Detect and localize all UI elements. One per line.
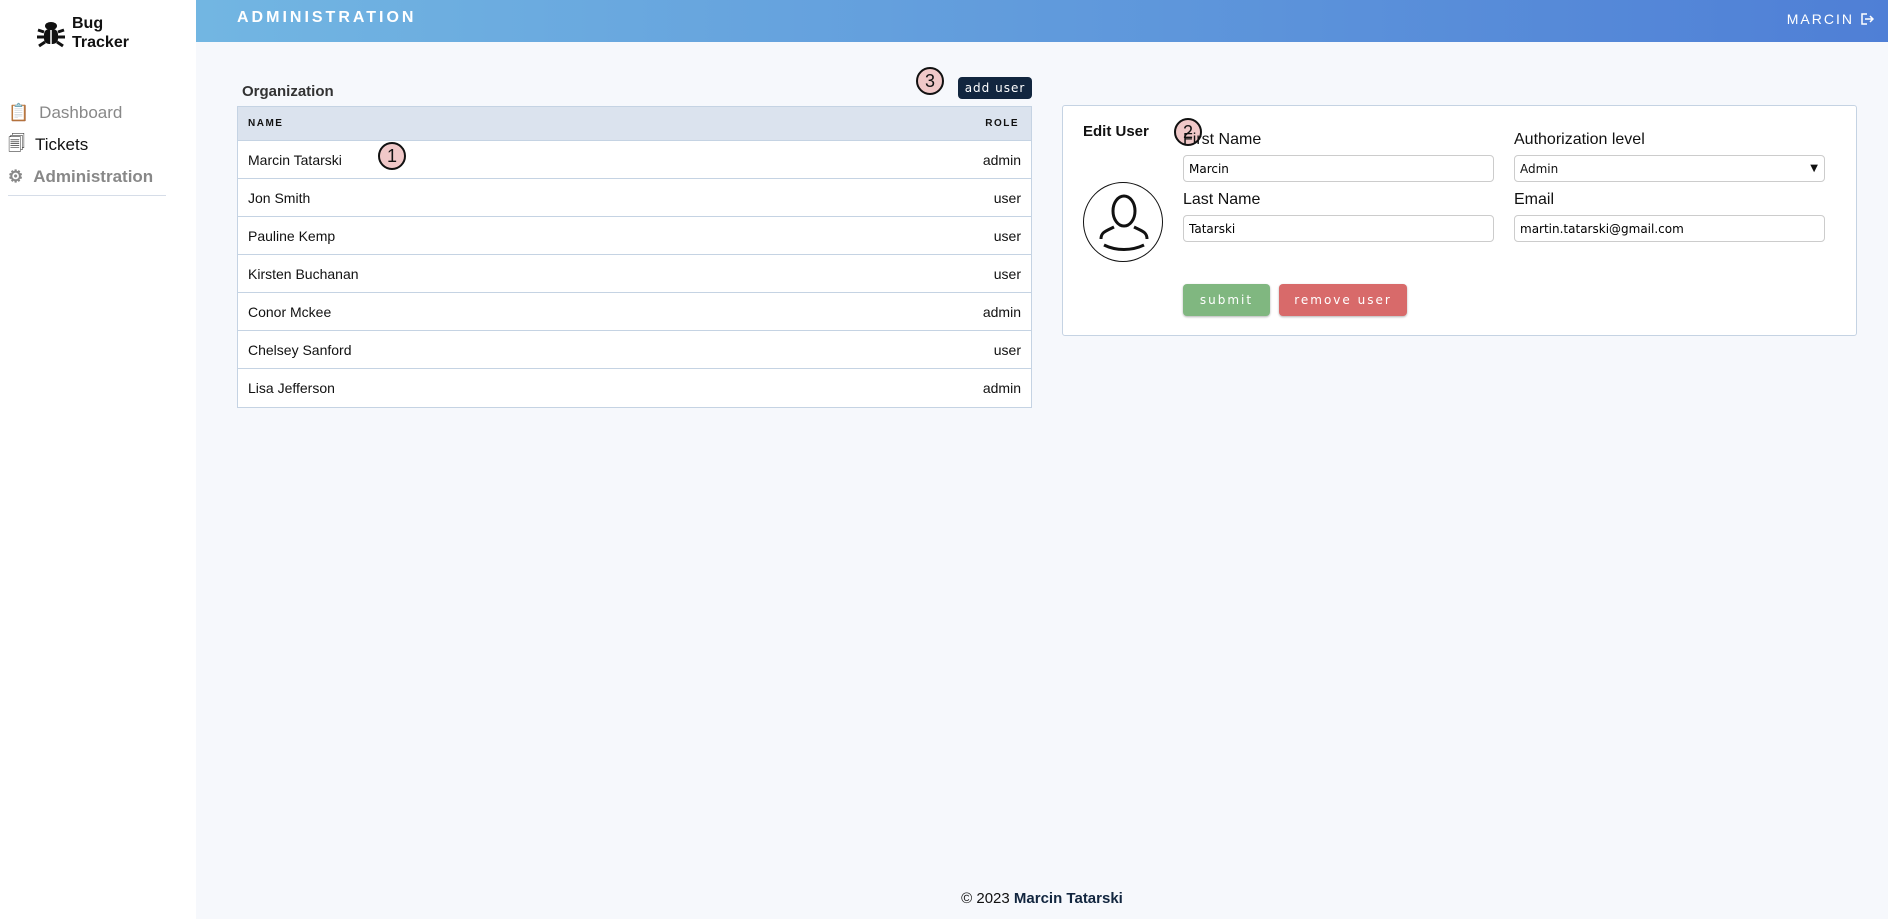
table-row[interactable]: Marcin Tatarski admin [238,141,1031,179]
add-user-button[interactable]: add user [958,77,1032,99]
sidebar-item-tickets[interactable]: 🗐 Tickets [8,129,166,161]
submit-button[interactable]: submit [1183,284,1270,316]
annotation-badge-3: 3 [916,67,944,95]
gear-icon: ⚙ [8,167,24,186]
table-row[interactable]: Lisa Jefferson admin [238,369,1031,407]
user-role-cell: user [993,265,1021,282]
user-role-cell: admin [982,151,1021,168]
user-role-cell: user [993,341,1021,358]
page-title: ADMINISTRATION [237,9,417,26]
avatar [1083,182,1163,262]
app-name-line2: Tracker [72,34,129,51]
bug-icon [37,22,65,48]
table-row[interactable]: Chelsey Sanford user [238,331,1031,369]
table-header: NAME ROLE [238,107,1031,141]
email-field[interactable] [1514,215,1825,242]
user-role-cell: admin [982,380,1021,396]
app-name-line1: Bug [72,15,104,32]
user-name: MARCIN [1786,11,1854,27]
first-name-field[interactable] [1183,155,1494,182]
sidebar-item-label: Tickets [34,135,89,154]
authorization-level-select[interactable]: Admin ▼ [1514,155,1825,182]
user-name-cell: Marcin Tatarski [248,151,342,168]
user-name-cell: Kirsten Buchanan [248,265,359,282]
logo[interactable]: Bug Tracker [36,14,129,52]
table-row[interactable]: Jon Smith user [238,179,1031,217]
sidebar-item-label: Administration [33,167,154,186]
first-name-label: First Name [1183,131,1262,148]
sidebar: Bug Tracker 📋 Dashboard 🗐 Tickets ⚙ Administ… [0,0,196,919]
column-header-name: NAME [248,118,284,129]
table-row[interactable]: Pauline Kemp user [238,217,1031,255]
user-icon [1099,194,1149,251]
copyright: © 2023 [961,890,1014,907]
user-name-cell: Jon Smith [248,189,311,206]
user-name-cell: Chelsey Sanford [248,341,352,358]
last-name-label: Last Name [1183,191,1261,208]
table-row[interactable]: Kirsten Buchanan user [238,255,1031,293]
panel-title: Edit User [1083,123,1149,140]
annotation-badge-1: 1 [378,142,406,170]
footer: © 2023 Marcin Tatarski [0,890,1888,907]
sidebar-item-administration[interactable]: ⚙ Administration [8,161,166,193]
sidebar-nav: 📋 Dashboard 🗐 Tickets ⚙ Administration [8,97,166,196]
last-name-field[interactable] [1183,215,1494,242]
tickets-icon: 🗐 [8,133,25,153]
user-role-cell: admin [982,303,1021,320]
user-name-cell: Pauline Kemp [248,227,336,244]
logout-button[interactable]: MARCIN [1787,11,1874,27]
table-row[interactable]: Conor Mckee admin [238,293,1031,331]
divider [8,195,166,196]
users-table: NAME ROLE Marcin Tatarski admin Jon Smith us… [237,106,1032,408]
user-role-cell: user [993,189,1021,206]
column-header-role: ROLE [985,118,1019,129]
edit-user-panel: Edit User 2 First Name Last Name Authori… [1062,105,1857,336]
remove-user-button[interactable]: remove user [1279,284,1407,316]
organization-title: Organization [242,83,334,100]
email-label: Email [1514,191,1555,208]
header: ADMINISTRATION MARCIN [196,0,1888,42]
chart-clipboard-icon: 📋 [8,103,30,122]
selected-value: Admin [1520,161,1559,176]
user-name-cell: Conor Mckee [248,303,332,320]
footer-author: Marcin Tatarski [1013,890,1123,907]
chevron-down-icon: ▼ [1810,163,1818,174]
logout-icon [1861,13,1874,25]
authorization-level-label: Authorization level [1514,131,1645,148]
user-role-cell: user [993,227,1021,244]
user-name-cell: Lisa Jefferson [248,380,335,396]
sidebar-item-dashboard[interactable]: 📋 Dashboard [8,97,166,129]
sidebar-item-label: Dashboard [39,103,123,122]
